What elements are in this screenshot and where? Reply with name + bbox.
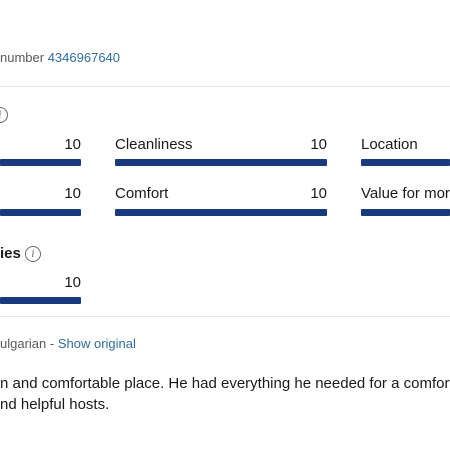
score-label-comfort: Comfort bbox=[115, 185, 169, 202]
divider-middle bbox=[0, 316, 450, 317]
score-bar-facilities bbox=[0, 297, 81, 304]
score-bar-fill bbox=[0, 209, 81, 216]
info-icon[interactable]: i bbox=[0, 107, 8, 123]
score-value-cleanliness: 10 bbox=[310, 136, 327, 153]
score-bar-comfort bbox=[115, 209, 327, 216]
review-text-line-1: n and comfortable place. He had everythi… bbox=[0, 375, 450, 392]
translation-line: ulgarian - Show original bbox=[0, 336, 136, 351]
facilities-heading: ies bbox=[0, 245, 21, 262]
score-value-staff: 10 bbox=[64, 136, 81, 153]
score-value-facilities-partial: 10 bbox=[64, 185, 81, 202]
score-label-location: Location bbox=[361, 136, 418, 153]
score-bar-value-for-money bbox=[361, 209, 450, 216]
score-bar-location bbox=[361, 159, 450, 166]
score-bar-cleanliness bbox=[115, 159, 327, 166]
property-number-label: number bbox=[0, 50, 45, 65]
show-original-link[interactable]: Show original bbox=[58, 336, 136, 351]
score-bar-fill bbox=[361, 159, 450, 166]
score-value-comfort: 10 bbox=[310, 185, 327, 202]
score-label-value-for-money: Value for mor bbox=[361, 185, 450, 202]
info-icon[interactable]: i bbox=[25, 246, 41, 262]
score-label-cleanliness: Cleanliness bbox=[115, 136, 193, 153]
property-number-link[interactable]: 4346967640 bbox=[48, 50, 120, 65]
score-bar-fill bbox=[115, 209, 327, 216]
divider-top bbox=[0, 86, 450, 87]
translation-separator: - bbox=[46, 336, 58, 351]
translation-language: ulgarian bbox=[0, 336, 47, 351]
score-bar-fill bbox=[361, 209, 450, 216]
score-bar-fill bbox=[115, 159, 327, 166]
score-value-facilities: 10 bbox=[64, 274, 81, 291]
score-bar-fill bbox=[0, 297, 81, 304]
score-bar-fill bbox=[0, 159, 81, 166]
score-bar-partial bbox=[0, 209, 81, 216]
review-text-line-2: nd helpful hosts. bbox=[0, 396, 110, 413]
score-bar-staff bbox=[0, 159, 81, 166]
property-number-line: number 4346967640 bbox=[0, 50, 120, 65]
